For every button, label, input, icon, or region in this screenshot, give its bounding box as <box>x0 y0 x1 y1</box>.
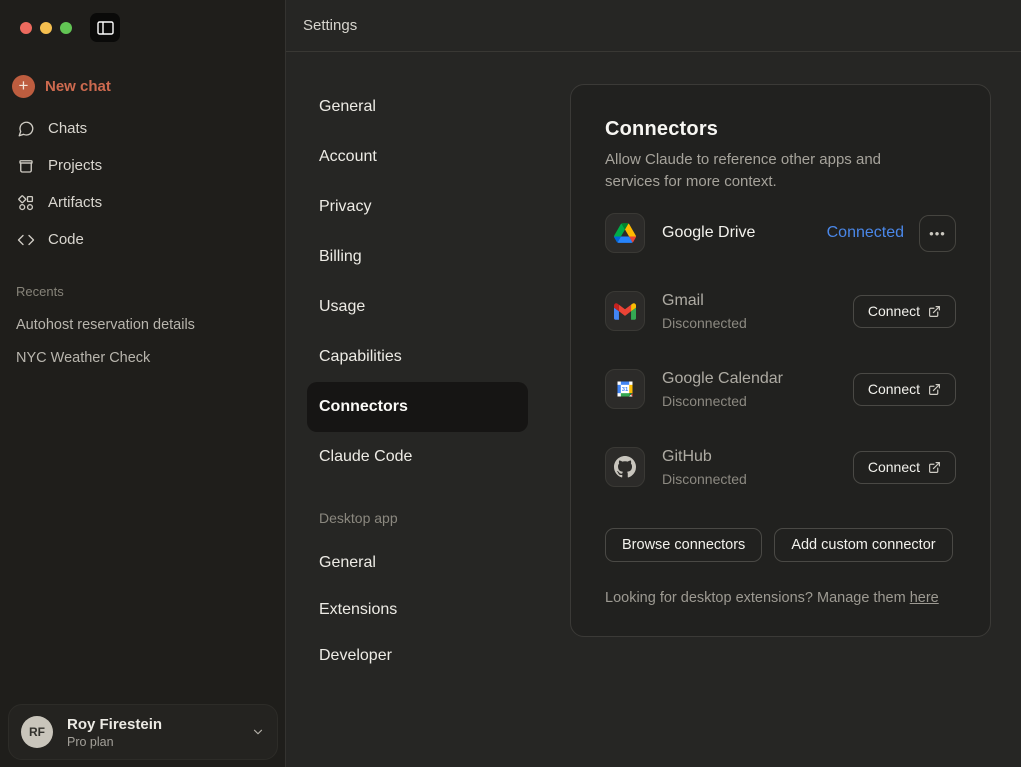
browse-connectors-button[interactable]: Browse connectors <box>605 528 762 562</box>
connector-name: Google Calendar <box>662 370 783 388</box>
gmail-icon <box>605 291 645 331</box>
connect-button[interactable]: Connect <box>853 295 956 328</box>
connect-button-label: Connect <box>868 381 920 397</box>
connector-info: Google Calendar Disconnected <box>662 370 783 409</box>
sidebar: + New chat Chats Projects <box>0 0 286 767</box>
connect-button[interactable]: Connect <box>853 373 956 406</box>
shapes-icon <box>16 194 35 212</box>
connector-info: Gmail Disconnected <box>662 292 747 331</box>
github-icon <box>605 447 645 487</box>
sidebar-item-code[interactable]: Code <box>0 221 285 258</box>
connect-button[interactable]: Connect <box>853 451 956 484</box>
sidebar-panel-icon <box>97 21 114 35</box>
connector-actions: Connect <box>853 295 956 328</box>
more-options-button[interactable]: ••• <box>919 215 956 252</box>
user-plan: Pro plan <box>67 735 162 749</box>
header: Settings <box>286 0 1021 52</box>
minimize-window-button[interactable] <box>40 22 52 34</box>
svg-text:31: 31 <box>622 387 629 393</box>
user-menu[interactable]: RF Roy Firestein Pro plan <box>8 704 278 760</box>
connector-row-gmail: Gmail Disconnected Connect <box>605 291 956 331</box>
sidebar-item-chats[interactable]: Chats <box>0 110 285 147</box>
connector-name: GitHub <box>662 448 747 466</box>
connector-row-google-calendar: 31 Google Calendar Disconnected Connect <box>605 369 956 409</box>
new-chat-button[interactable]: + New chat <box>12 74 111 98</box>
chat-bubble-icon <box>16 120 35 138</box>
page-title: Settings <box>303 17 357 34</box>
connector-list: Google Drive Connected ••• Gmail Disc <box>605 213 956 487</box>
settings-tab-privacy[interactable]: Privacy <box>307 182 528 232</box>
settings-tab-extensions[interactable]: Extensions <box>307 587 528 634</box>
close-window-button[interactable] <box>20 22 32 34</box>
user-name: Roy Firestein <box>67 716 162 733</box>
box-icon <box>16 157 35 175</box>
desktop-app-group: General Extensions Developer <box>307 540 528 680</box>
sidebar-item-label: Code <box>48 231 84 248</box>
external-link-icon <box>928 305 941 318</box>
card-actions: Browse connectors Add custom connector <box>605 528 956 562</box>
connector-actions: Connect <box>853 451 956 484</box>
recents-list: Autohost reservation details NYC Weather… <box>0 308 285 374</box>
settings-tab-claude-code[interactable]: Claude Code <box>307 432 528 482</box>
desktop-app-section-label: Desktop app <box>307 509 528 527</box>
connectors-card: Connectors Allow Claude to reference oth… <box>570 84 991 637</box>
connector-actions: Connect <box>853 373 956 406</box>
connector-row-github: GitHub Disconnected Connect <box>605 447 956 487</box>
connect-button-label: Connect <box>868 459 920 475</box>
recents-section-label: Recents <box>16 284 64 299</box>
connector-status: Disconnected <box>662 393 783 409</box>
settings-tab-developer[interactable]: Developer <box>307 633 528 680</box>
window-controls <box>20 22 72 34</box>
google-drive-icon <box>605 213 645 253</box>
plus-icon: + <box>12 75 35 98</box>
recent-chat-item[interactable]: NYC Weather Check <box>0 341 285 374</box>
avatar: RF <box>21 716 53 748</box>
manage-extensions-link[interactable]: here <box>910 590 939 606</box>
settings-tab-billing[interactable]: Billing <box>307 232 528 282</box>
sidebar-item-artifacts[interactable]: Artifacts <box>0 184 285 221</box>
user-meta: Roy Firestein Pro plan <box>67 716 162 749</box>
card-description: Allow Claude to reference other apps and… <box>605 149 935 193</box>
card-footer: Looking for desktop extensions? Manage t… <box>605 590 956 606</box>
sidebar-nav: Chats Projects Artifacts <box>0 110 285 258</box>
zoom-window-button[interactable] <box>60 22 72 34</box>
sidebar-item-label: Artifacts <box>48 194 102 211</box>
connector-info: Google Drive <box>662 224 755 242</box>
connector-actions: Connected ••• <box>827 215 956 252</box>
connector-name: Google Drive <box>662 224 755 242</box>
google-calendar-icon: 31 <box>605 369 645 409</box>
new-chat-label: New chat <box>45 78 111 95</box>
connector-status: Disconnected <box>662 471 747 487</box>
connector-row-google-drive: Google Drive Connected ••• <box>605 213 956 253</box>
connector-name: Gmail <box>662 292 747 310</box>
code-icon <box>16 231 35 249</box>
sidebar-toggle-button[interactable] <box>90 13 120 42</box>
settings-tab-general[interactable]: General <box>307 82 528 132</box>
settings-tab-account[interactable]: Account <box>307 132 528 182</box>
sidebar-item-label: Projects <box>48 157 102 174</box>
chevron-down-icon <box>251 725 265 739</box>
settings-tab-connectors[interactable]: Connectors <box>307 382 528 432</box>
external-link-icon <box>928 461 941 474</box>
connector-info: GitHub Disconnected <box>662 448 747 487</box>
card-title: Connectors <box>605 118 956 141</box>
connect-button-label: Connect <box>868 303 920 319</box>
sidebar-item-projects[interactable]: Projects <box>0 147 285 184</box>
settings-tab-usage[interactable]: Usage <box>307 282 528 332</box>
recent-chat-item[interactable]: Autohost reservation details <box>0 308 285 341</box>
settings-tab-desktop-general[interactable]: General <box>307 540 528 587</box>
connected-status[interactable]: Connected <box>827 224 904 242</box>
external-link-icon <box>928 383 941 396</box>
settings-nav: General Account Privacy Billing Usage Ca… <box>307 82 528 680</box>
add-custom-connector-button[interactable]: Add custom connector <box>774 528 952 562</box>
sidebar-item-label: Chats <box>48 120 87 137</box>
footer-text: Looking for desktop extensions? Manage t… <box>605 590 910 606</box>
connector-status: Disconnected <box>662 315 747 331</box>
settings-tab-capabilities[interactable]: Capabilities <box>307 332 528 382</box>
